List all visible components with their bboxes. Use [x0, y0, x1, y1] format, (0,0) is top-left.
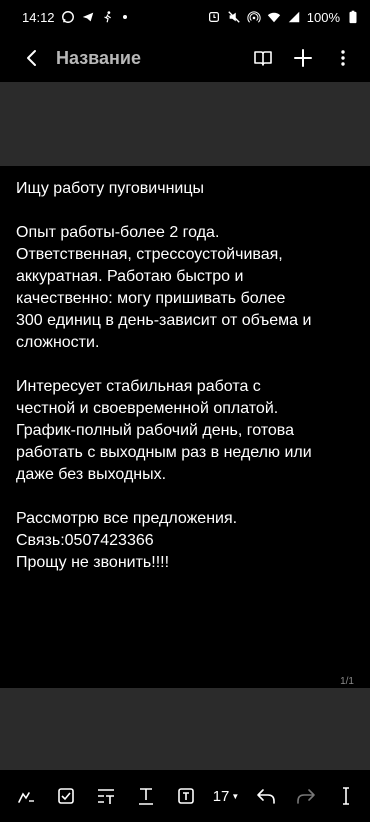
read-mode-button[interactable]	[250, 45, 276, 71]
hotspot-icon	[247, 10, 261, 24]
text-style-icon	[98, 789, 114, 804]
status-left: 14:12	[22, 10, 127, 25]
more-vertical-icon	[341, 50, 345, 66]
redo-button[interactable]	[292, 782, 320, 810]
formatting-toolbar: 17 ▼	[0, 770, 370, 822]
text-style-button[interactable]	[92, 782, 120, 810]
caret-down-icon: ▼	[231, 791, 240, 801]
status-time: 14:12	[22, 9, 55, 25]
chevron-left-icon	[27, 50, 36, 66]
app-bar: Название	[0, 34, 370, 82]
checkbox-icon	[58, 788, 74, 804]
walking-person-icon	[101, 10, 115, 24]
book-icon	[254, 51, 272, 66]
back-button[interactable]	[18, 44, 46, 72]
status-right: 100%	[207, 10, 360, 25]
footer-band	[0, 688, 370, 770]
text-format-button[interactable]	[132, 782, 160, 810]
whatsapp-icon	[61, 10, 75, 24]
font-size-selector[interactable]: 17 ▼	[212, 782, 240, 810]
battery-icon	[346, 10, 360, 24]
checkbox-button[interactable]	[52, 782, 80, 810]
note-paragraph: Опыт работы-более 2 года. Ответственная,…	[16, 224, 312, 351]
text-box-button[interactable]	[172, 782, 200, 810]
font-size-value: 17	[212, 787, 230, 805]
signal-icon	[287, 10, 301, 24]
page-counter: 1/1	[340, 676, 354, 687]
undo-icon	[257, 789, 275, 804]
cursor-button[interactable]	[332, 782, 360, 810]
status-bar: 14:12 100%	[0, 0, 370, 34]
note-editor[interactable]: Ищу работу пуговичницы Опыт работы-более…	[0, 166, 370, 688]
note-title[interactable]: Название	[56, 48, 250, 69]
wifi-icon	[267, 10, 281, 24]
add-button[interactable]	[290, 45, 316, 71]
text-cursor-icon	[343, 787, 349, 805]
text-box-icon	[178, 788, 194, 804]
redo-icon	[297, 789, 315, 804]
header-band	[0, 82, 370, 166]
note-paragraph: Ищу работу пуговичницы	[16, 180, 205, 197]
handwriting-button[interactable]	[12, 782, 40, 810]
pen-icon	[18, 792, 34, 803]
battery-percent: 100%	[306, 9, 340, 25]
more-options-button[interactable]	[330, 45, 356, 71]
note-paragraph: Рассмотрю все предложения. Связь:0507423…	[16, 510, 238, 571]
notification-dot-icon	[122, 15, 127, 19]
alarm-icon	[207, 10, 221, 24]
plus-icon	[294, 49, 312, 67]
mute-icon	[227, 10, 241, 24]
note-paragraph: Интересует стабильная работа с честной и…	[16, 378, 312, 483]
telegram-icon	[81, 10, 95, 24]
note-text[interactable]: Ищу работу пуговичницы Опыт работы-более…	[16, 178, 362, 574]
undo-button[interactable]	[252, 782, 280, 810]
app-bar-actions	[250, 45, 356, 71]
text-format-icon	[139, 788, 153, 805]
